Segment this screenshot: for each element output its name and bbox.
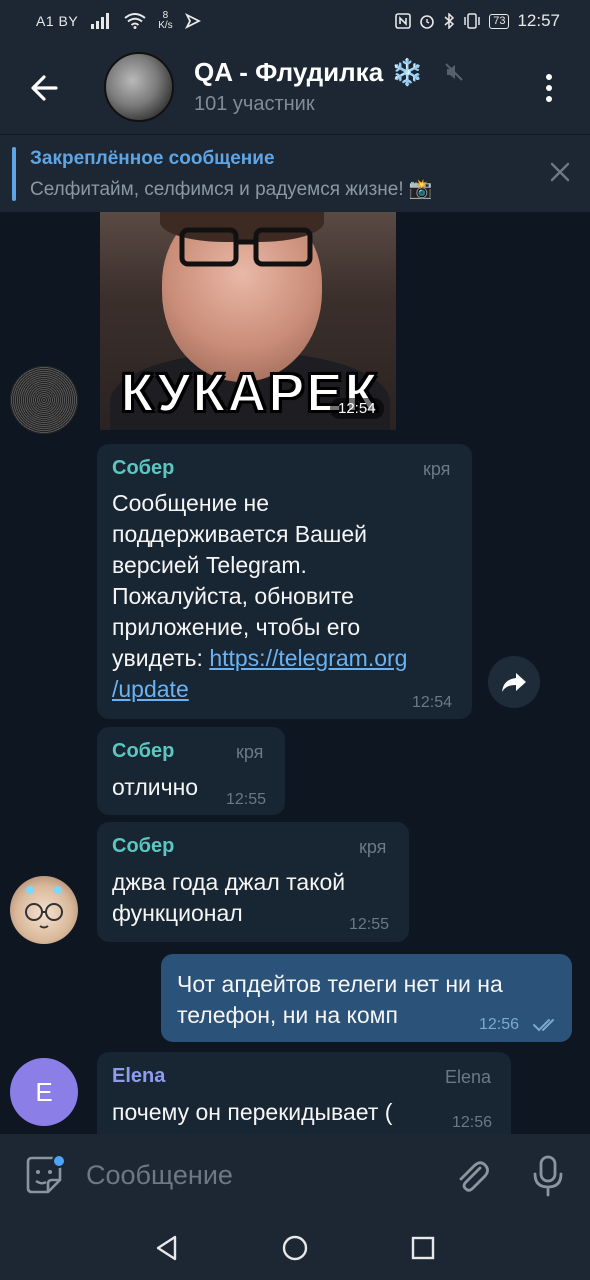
double-check-icon bbox=[533, 1019, 554, 1032]
chat-header: QA - Флудилка ❄️ 101 участник bbox=[0, 42, 590, 134]
sender-name[interactable]: Собер bbox=[112, 740, 174, 763]
snowflake-emoji: ❄️ bbox=[391, 57, 424, 87]
message-line-text: увидеть: bbox=[112, 645, 210, 671]
message-line: телефон, ни на комп bbox=[177, 1002, 398, 1028]
nav-back-icon[interactable] bbox=[153, 1234, 181, 1262]
more-menu-icon[interactable] bbox=[534, 68, 564, 108]
sender-avatar[interactable] bbox=[10, 876, 78, 944]
message-time: 12:56 bbox=[452, 1114, 493, 1131]
pinned-title: Закреплённое сообщение bbox=[30, 148, 275, 169]
message-bubble[interactable]: Собер кря Сообщение не поддерживается Ва… bbox=[97, 444, 472, 719]
message-bubble[interactable]: Собер кря отлично 12:55 bbox=[97, 727, 285, 815]
sender-avatar[interactable] bbox=[10, 366, 78, 434]
admin-title: Elena bbox=[445, 1067, 492, 1087]
carrier-label: A1 BY bbox=[36, 13, 79, 29]
message-input[interactable]: Сообщение bbox=[86, 1160, 233, 1191]
system-nav-bar bbox=[0, 1216, 590, 1280]
sender-name[interactable]: Собер bbox=[112, 835, 174, 858]
message-time: 12:55 bbox=[349, 916, 390, 933]
message-line: приложение, чтобы его bbox=[112, 614, 361, 640]
message-time: 12:54 bbox=[412, 694, 453, 711]
sticker-time: 12:54 bbox=[330, 398, 384, 419]
chat-messages-area[interactable]: КУКАРЕК 12:54 Собер кря Сообщение не под… bbox=[0, 212, 590, 1134]
message-text: джва года джал такой функционал bbox=[112, 867, 345, 929]
message-line: увидеть: https://telegram.org bbox=[112, 643, 467, 674]
status-time: 12:57 bbox=[517, 11, 560, 30]
pin-indicator-bar bbox=[12, 147, 16, 201]
pinned-text: Селфитайм, селфимся и радуемся жизне! 📸 bbox=[30, 179, 433, 200]
net-speed: 8 K/s bbox=[158, 11, 172, 31]
nav-recents-icon[interactable] bbox=[409, 1234, 437, 1262]
message-text: Чот апдейтов телеги нет ни на телефон, н… bbox=[177, 969, 503, 1031]
member-count[interactable]: 101 участник bbox=[194, 93, 315, 116]
battery-indicator: 73 bbox=[489, 13, 510, 29]
message-line: поддерживается Вашей bbox=[112, 521, 368, 547]
mute-icon bbox=[445, 63, 463, 81]
close-pinned-icon[interactable] bbox=[548, 160, 572, 184]
message-composer: Сообщение bbox=[0, 1134, 590, 1216]
message-line: Чот апдейтов телеги нет ни на bbox=[177, 971, 503, 997]
message-time: 12:56 bbox=[479, 1016, 520, 1033]
sticker-glasses bbox=[179, 227, 313, 267]
update-link[interactable]: https://telegram.org bbox=[209, 645, 407, 671]
message-line: Сообщение не bbox=[112, 490, 270, 516]
nav-home-icon[interactable] bbox=[281, 1234, 309, 1262]
sender-avatar-elena[interactable]: E bbox=[10, 1058, 78, 1126]
admin-title: кря bbox=[423, 459, 451, 479]
message-text: Сообщение не поддерживается Вашей версие… bbox=[112, 488, 467, 705]
cat-avatar-art bbox=[25, 886, 63, 929]
message-bubble[interactable]: Elena Elena почему он перекидывает ( 12:… bbox=[97, 1052, 511, 1134]
message-bubble[interactable]: Собер кря джва года джал такой функциона… bbox=[97, 822, 409, 942]
alarm-icon bbox=[420, 15, 435, 29]
admin-title: кря bbox=[359, 837, 387, 857]
message-line: версией Telegram. bbox=[112, 552, 307, 578]
group-title-text: QA - Флудилка bbox=[194, 57, 384, 87]
sender-name[interactable]: Elena bbox=[112, 1065, 165, 1088]
message-text: отлично bbox=[112, 774, 199, 800]
status-left: A1 BY 8 K/s bbox=[36, 11, 201, 31]
new-sticker-dot bbox=[52, 1154, 66, 1168]
message-time: 12:55 bbox=[226, 791, 267, 808]
paperclip-icon[interactable] bbox=[452, 1156, 492, 1196]
sender-name[interactable]: Собер bbox=[112, 457, 174, 480]
group-title[interactable]: QA - Флудилка ❄️ bbox=[194, 57, 424, 88]
group-avatar[interactable] bbox=[104, 52, 174, 122]
microphone-icon[interactable] bbox=[528, 1154, 568, 1198]
message-line: функционал bbox=[112, 900, 243, 926]
status-bar: A1 BY 8 K/s 73 12:57 bbox=[0, 0, 590, 42]
admin-title: кря bbox=[236, 742, 264, 762]
back-arrow-icon[interactable] bbox=[26, 68, 66, 108]
net-speed-unit: K/s bbox=[158, 20, 173, 31]
pinned-message[interactable]: Закреплённое сообщение Селфитайм, селфим… bbox=[0, 134, 590, 212]
vpn-key-icon bbox=[184, 13, 201, 29]
message-line: джва года джал такой bbox=[112, 869, 346, 895]
signal-icon bbox=[91, 13, 110, 29]
update-link-cont[interactable]: /update bbox=[112, 676, 189, 702]
status-right: 73 12:57 bbox=[395, 11, 560, 31]
outgoing-message-bubble[interactable]: Чот апдейтов телеги нет ни на телефон, н… bbox=[161, 954, 572, 1042]
share-button[interactable] bbox=[488, 656, 540, 708]
share-icon bbox=[502, 673, 526, 692]
bluetooth-icon bbox=[444, 13, 455, 29]
message-line: Пожалуйста, обновите bbox=[112, 583, 354, 609]
message-text: почему он перекидывает ( bbox=[112, 1099, 393, 1125]
wifi-icon bbox=[124, 13, 146, 29]
vibrate-icon bbox=[464, 13, 480, 29]
nfc-icon bbox=[395, 13, 412, 29]
